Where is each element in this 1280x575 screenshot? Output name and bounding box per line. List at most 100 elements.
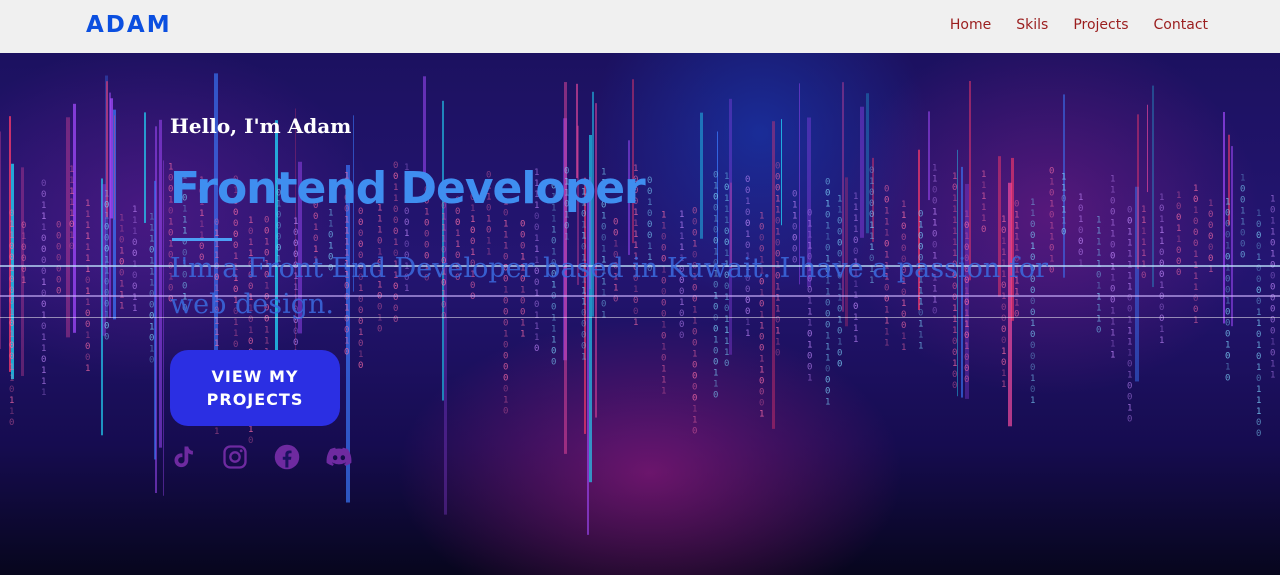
svg-text:0: 0 [1110, 197, 1115, 207]
svg-text:0: 0 [1127, 360, 1132, 370]
svg-text:0: 0 [1110, 296, 1115, 306]
svg-text:1: 1 [1110, 175, 1115, 185]
svg-text:1: 1 [661, 376, 666, 386]
svg-text:0: 0 [1030, 363, 1035, 373]
svg-text:1: 1 [1110, 230, 1115, 240]
svg-text:0: 0 [1270, 206, 1275, 216]
svg-text:0: 0 [1270, 349, 1275, 359]
svg-text:1: 1 [775, 206, 780, 216]
svg-text:1: 1 [724, 216, 729, 226]
svg-text:1: 1 [1061, 217, 1066, 227]
svg-text:1: 1 [1096, 282, 1101, 292]
svg-text:1: 1 [853, 214, 858, 224]
svg-text:1: 1 [1049, 232, 1054, 242]
svg-text:1: 1 [1256, 407, 1261, 417]
svg-text:0: 0 [661, 233, 666, 243]
svg-text:0: 0 [503, 352, 508, 362]
svg-text:0: 0 [503, 374, 508, 384]
svg-text:1: 1 [1096, 293, 1101, 303]
svg-text:1: 1 [119, 213, 124, 223]
svg-text:0: 0 [837, 327, 842, 337]
instagram-icon[interactable] [220, 442, 250, 472]
svg-text:0: 0 [853, 236, 858, 246]
svg-text:1: 1 [952, 227, 957, 237]
svg-text:0: 0 [551, 237, 556, 247]
svg-text:1: 1 [503, 231, 508, 241]
svg-text:0: 0 [601, 222, 606, 232]
svg-text:0: 0 [1256, 231, 1261, 241]
svg-text:1: 1 [132, 293, 137, 303]
nav-link-skills[interactable]: Skils [1016, 17, 1048, 33]
svg-text:0: 0 [952, 348, 957, 358]
svg-text:1: 1 [1141, 216, 1146, 226]
svg-text:0: 0 [41, 322, 46, 332]
svg-text:0: 0 [837, 239, 842, 249]
svg-text:0: 0 [1256, 429, 1261, 439]
svg-text:1: 1 [1049, 177, 1054, 187]
svg-text:0: 0 [837, 217, 842, 227]
svg-text:1: 1 [807, 374, 812, 384]
view-projects-button[interactable]: VIEW MY PROJECTS [170, 350, 340, 426]
svg-text:1: 1 [344, 226, 349, 236]
discord-icon[interactable] [324, 442, 354, 472]
svg-text:1: 1 [1256, 363, 1261, 373]
nav-link-projects[interactable]: Projects [1073, 17, 1128, 33]
svg-text:1: 1 [1030, 374, 1035, 384]
nav-link-home[interactable]: Home [950, 17, 991, 33]
svg-text:1: 1 [1061, 173, 1066, 183]
svg-text:0: 0 [1159, 303, 1164, 313]
svg-text:1: 1 [293, 217, 298, 227]
svg-text:1: 1 [1096, 227, 1101, 237]
svg-text:1: 1 [724, 194, 729, 204]
svg-text:0: 0 [724, 238, 729, 248]
tiktok-icon[interactable] [168, 442, 198, 472]
svg-text:0: 0 [470, 226, 475, 236]
facebook-icon[interactable] [272, 442, 302, 472]
svg-text:0: 0 [647, 176, 652, 186]
svg-text:1: 1 [1001, 369, 1006, 379]
svg-text:1: 1 [1014, 233, 1019, 243]
svg-text:1: 1 [1110, 219, 1115, 229]
svg-text:0: 0 [276, 221, 281, 231]
svg-text:1: 1 [932, 175, 937, 185]
svg-text:1: 1 [964, 342, 969, 352]
svg-text:0: 0 [104, 299, 109, 309]
svg-text:1: 1 [1001, 237, 1006, 247]
svg-text:1: 1 [661, 343, 666, 353]
svg-text:1: 1 [661, 387, 666, 397]
svg-text:1: 1 [1110, 186, 1115, 196]
svg-text:0: 0 [1193, 217, 1198, 227]
svg-text:0: 0 [104, 233, 109, 243]
svg-text:0: 0 [104, 277, 109, 287]
svg-text:1: 1 [1159, 193, 1164, 203]
svg-text:0: 0 [918, 232, 923, 242]
svg-text:1: 1 [1001, 215, 1006, 225]
top-navbar: ADAM Home Skils Projects Contact [0, 0, 1280, 53]
svg-text:0: 0 [1256, 286, 1261, 296]
svg-text:1: 1 [1159, 281, 1164, 291]
svg-text:1: 1 [661, 365, 666, 375]
svg-text:0: 0 [9, 319, 14, 329]
svg-text:1: 1 [825, 221, 830, 231]
svg-text:0: 0 [775, 217, 780, 227]
svg-text:1: 1 [69, 231, 74, 241]
svg-text:1: 1 [69, 165, 74, 175]
svg-text:1: 1 [759, 409, 764, 419]
svg-text:1: 1 [1141, 249, 1146, 259]
site-logo[interactable]: ADAM [86, 12, 172, 38]
svg-text:1: 1 [918, 342, 923, 352]
svg-text:0: 0 [581, 342, 586, 352]
svg-text:1: 1 [981, 170, 986, 180]
svg-text:1: 1 [713, 380, 718, 390]
svg-text:0: 0 [713, 237, 718, 247]
svg-text:1: 1 [1193, 206, 1198, 216]
svg-text:0: 0 [692, 394, 697, 404]
nav-link-contact[interactable]: Contact [1154, 17, 1208, 33]
svg-text:1: 1 [41, 223, 46, 233]
svg-text:1: 1 [534, 322, 539, 332]
svg-text:1: 1 [551, 215, 556, 225]
svg-text:0: 0 [344, 347, 349, 357]
svg-text:1: 1 [807, 231, 812, 241]
svg-text:0: 0 [293, 228, 298, 238]
svg-text:0: 0 [1193, 239, 1198, 249]
